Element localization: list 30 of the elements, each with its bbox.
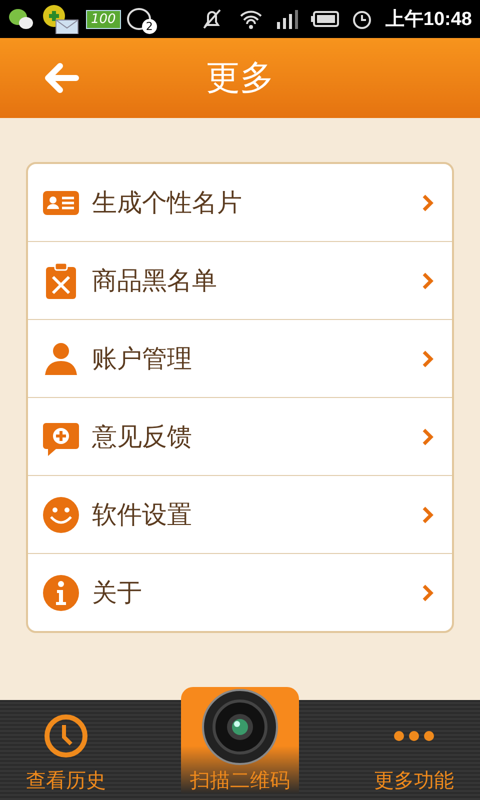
camera-lens-icon	[202, 689, 278, 765]
menu-item[interactable]: 账户管理	[28, 319, 452, 397]
battery-icon	[311, 11, 340, 27]
menu-item[interactable]: 关于	[28, 553, 452, 631]
clock-icon	[43, 713, 89, 759]
menu-item[interactable]: 软件设置	[28, 475, 452, 553]
page-title: 更多	[206, 57, 274, 100]
wifi-icon	[239, 8, 264, 30]
tab-item[interactable]: 查看历史	[26, 713, 106, 794]
chevron-icon	[422, 350, 434, 368]
alarm-clock-icon	[351, 8, 374, 30]
menu-item[interactable]: 意见反馈	[28, 397, 452, 475]
chevron-icon	[422, 506, 434, 524]
chevron-icon	[422, 194, 434, 212]
back-arrow-icon[interactable]	[42, 62, 80, 94]
chevron-icon	[422, 584, 434, 602]
mail-icon	[40, 4, 80, 34]
clock-time: 上午10:48	[385, 8, 472, 32]
chevron-icon	[422, 428, 434, 446]
signal-icon	[275, 8, 300, 30]
more-dots-icon	[394, 731, 434, 741]
chevron-icon	[422, 272, 434, 290]
menu-item[interactable]: 商品黑名单	[28, 241, 452, 319]
menu-item[interactable]: 生成个性名片	[28, 164, 452, 241]
smiley-icon	[42, 496, 80, 534]
info-icon	[42, 574, 80, 612]
tab-item[interactable]: 更多功能	[374, 713, 454, 794]
battery-badge: 100	[86, 10, 121, 28]
notification-count: 2	[142, 19, 157, 34]
chat-icon	[8, 6, 34, 32]
